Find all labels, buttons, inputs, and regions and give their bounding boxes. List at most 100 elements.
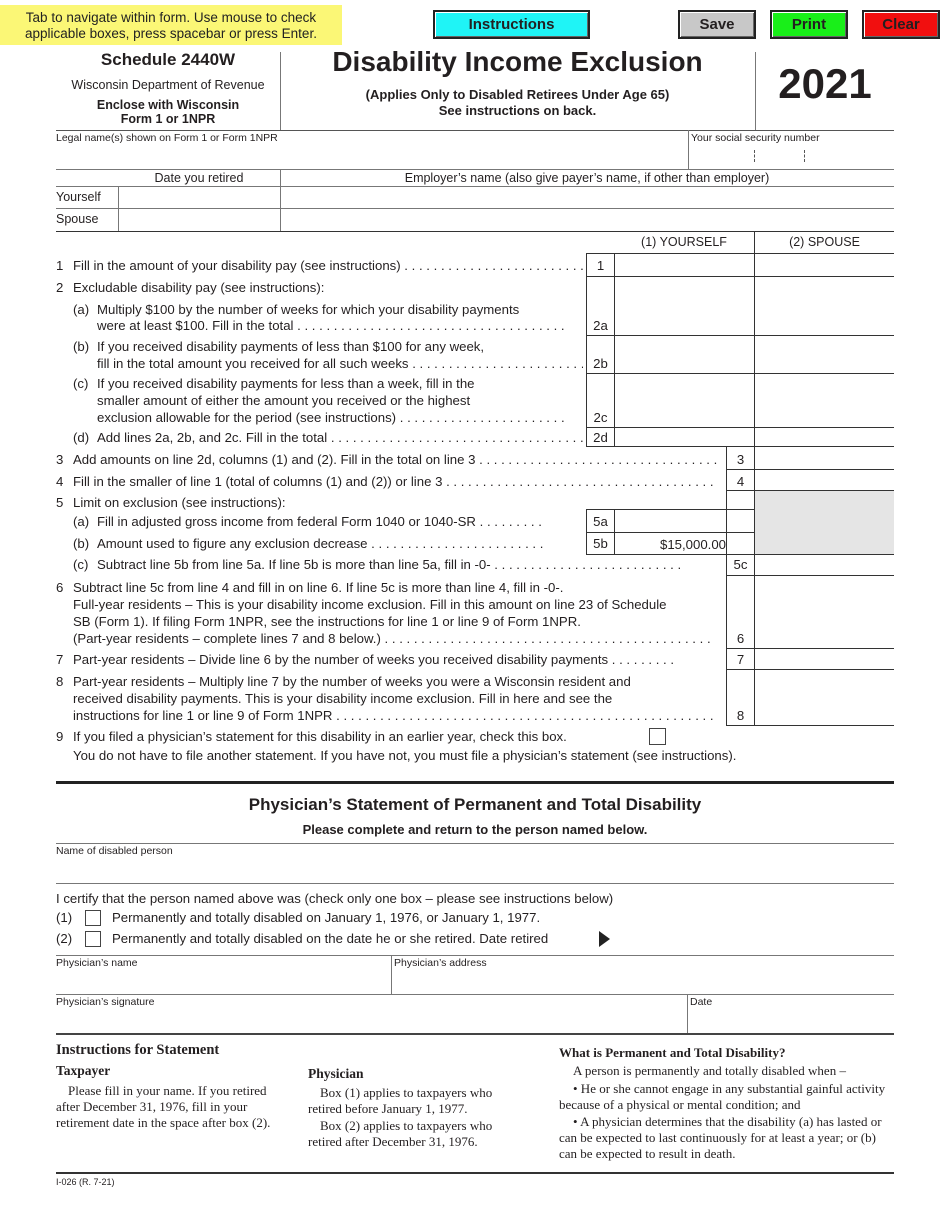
line-7-input[interactable] <box>756 650 892 668</box>
enclose-line-1: Enclose with Wisconsin <box>96 98 240 112</box>
physician-text-1: Box (1) applies to taxpayers who retired… <box>308 1085 493 1116</box>
line-2d-spouse-input[interactable] <box>756 428 892 446</box>
line-9-checkbox[interactable] <box>649 728 666 745</box>
line-8-text-1: Part-year residents – Multiply line 7 by… <box>73 674 631 689</box>
line-5a-box: 5a <box>593 514 608 529</box>
line-7-number: 7 <box>56 652 64 667</box>
physician-statement-subtitle: Please complete and return to the person… <box>302 822 648 837</box>
ssn-divider <box>688 130 689 170</box>
schedule-number: Schedule 2440W <box>100 50 236 69</box>
physician-signature-top-rule <box>56 994 894 995</box>
line-5c-input[interactable] <box>756 556 892 574</box>
line-5a-input[interactable] <box>616 511 752 531</box>
line-8-box: 8 <box>736 708 745 723</box>
line-2a-spouse-input[interactable] <box>756 314 892 334</box>
line-2c-spouse-input[interactable] <box>756 405 892 425</box>
line-4-input[interactable] <box>756 471 892 490</box>
line-5-text: Limit on exclusion (see instructions): <box>73 495 286 510</box>
line-5b-rule <box>726 554 894 555</box>
certify-text: I certify that the person named above wa… <box>56 891 614 906</box>
physician-name-input[interactable] <box>56 970 388 992</box>
line-2b-text-2-wrap: fill in the total amount you received fo… <box>97 356 583 371</box>
physician-name-label: Physician’s name <box>56 957 138 969</box>
option-1-checkbox[interactable] <box>85 910 101 926</box>
spouse-date-retired-input[interactable] <box>120 210 278 230</box>
line-4-text-wrap: Fill in the smaller of line 1 (total of … <box>73 474 714 489</box>
date-label: Date <box>690 996 713 1008</box>
retire-rule-1 <box>56 186 894 187</box>
line-2d-yourself-input[interactable] <box>616 428 752 446</box>
statement-bottom-rule <box>56 1033 894 1035</box>
line-5c-text-wrap: Subtract line 5b from line 5a. If line 5… <box>97 557 682 572</box>
instructions-button[interactable]: Instructions <box>433 10 590 39</box>
legal-name-label: Legal name(s) shown on Form 1 or Form 1N… <box>56 132 278 144</box>
form-subtitle: (Applies Only to Disabled Retirees Under… <box>280 87 755 119</box>
line-7-box: 7 <box>736 652 745 667</box>
physician-name-divider <box>391 955 392 994</box>
physician-name-top-rule <box>56 955 894 956</box>
line-2a-text-1: Multiply $100 by the number of weeks for… <box>97 302 520 317</box>
save-button[interactable]: Save <box>678 10 756 39</box>
disabled-name-input[interactable] <box>56 858 894 882</box>
line-5c-rule <box>726 575 894 576</box>
line-8-text-2: received disability payments. This is yo… <box>73 691 613 706</box>
line-2a-yourself-input[interactable] <box>616 314 752 334</box>
line-3-text-wrap: Add amounts on line 2d, columns (1) and … <box>73 452 718 467</box>
date-retired-input[interactable] <box>614 929 894 949</box>
line-6-input[interactable] <box>756 627 892 647</box>
line-8-text-3-wrap: instructions for line 1 or line 9 of For… <box>73 708 714 723</box>
employer-header: Employer’s name (also give payer’s name,… <box>404 171 770 185</box>
subtitle-line-1: (Applies Only to Disabled Retirees Under… <box>365 87 670 102</box>
spouse-employer-input[interactable] <box>282 210 892 230</box>
line-6-rule <box>726 648 894 649</box>
line-3-text: Add amounts on line 2d, columns (1) and … <box>73 452 476 467</box>
line-2b-text-1: If you received disability payments of l… <box>97 339 485 354</box>
line-8-text-3: instructions for line 1 or line 9 of For… <box>73 708 333 723</box>
line-3-input[interactable] <box>756 450 892 469</box>
line-9-text-1: If you filed a physician’s statement for… <box>73 729 567 744</box>
line-2b-spouse-input[interactable] <box>756 352 892 372</box>
line-3-box: 3 <box>736 452 745 467</box>
legal-name-input[interactable] <box>56 146 686 168</box>
line-2a-text-2-wrap: were at least $100. Fill in the total . … <box>97 318 565 333</box>
line-2c-text-3: exclusion allowable for the period (see … <box>97 410 397 425</box>
line-8-input[interactable] <box>756 703 892 723</box>
line-2a-text-2: were at least $100. Fill in the total <box>97 318 294 333</box>
subtitle-line-2: See instructions on back. <box>438 103 597 118</box>
disabled-name-label: Name of disabled person <box>56 845 173 857</box>
clear-button[interactable]: Clear <box>862 10 940 39</box>
line-5b-text-wrap: Amount used to figure any exclusion decr… <box>97 536 544 551</box>
option-1-text: Permanently and totally disabled on Janu… <box>112 910 541 925</box>
ptd-bullet-1: • He or she cannot engage in any substan… <box>559 1081 886 1112</box>
line-2b-letter: (b) <box>73 339 90 354</box>
line-5b-letter: (b) <box>73 536 90 551</box>
line-2b-yourself-input[interactable] <box>616 352 752 372</box>
line-1-rule <box>586 276 894 277</box>
line-3-rule <box>726 469 894 470</box>
tax-year: 2021 <box>778 60 872 107</box>
line-2d-box: 2d <box>593 430 608 445</box>
line-1-yourself-input[interactable] <box>616 255 752 275</box>
line-2c-box: 2c <box>593 410 608 425</box>
department-name: Wisconsin Department of Revenue <box>71 78 265 92</box>
line-7-rule <box>726 669 894 670</box>
physician-date-input[interactable] <box>690 1009 892 1031</box>
retire-col-divider-1 <box>118 186 119 231</box>
ssn-input[interactable] <box>692 146 892 168</box>
physician-signature-label: Physician’s signature <box>56 996 155 1008</box>
ssn-label: Your social security number <box>691 132 820 144</box>
yourself-date-retired-input[interactable] <box>120 188 278 208</box>
print-button[interactable]: Print <box>770 10 848 39</box>
line-8-number: 8 <box>56 674 64 689</box>
physician-address-input[interactable] <box>394 970 892 992</box>
line-1-number: 1 <box>56 258 64 273</box>
physician-statement-title: Physician’s Statement of Permanent and T… <box>248 795 702 814</box>
form-id: I-026 (R. 7-21) <box>56 1177 115 1187</box>
line-2c-yourself-input[interactable] <box>616 405 752 425</box>
line-2a-box: 2a <box>593 318 608 333</box>
line-3-number: 3 <box>56 452 64 467</box>
line-1-spouse-input[interactable] <box>756 255 892 275</box>
yourself-employer-input[interactable] <box>282 188 892 208</box>
option-2-checkbox[interactable] <box>85 931 101 947</box>
line-7-text-wrap: Part-year residents – Divide line 6 by t… <box>73 652 675 667</box>
